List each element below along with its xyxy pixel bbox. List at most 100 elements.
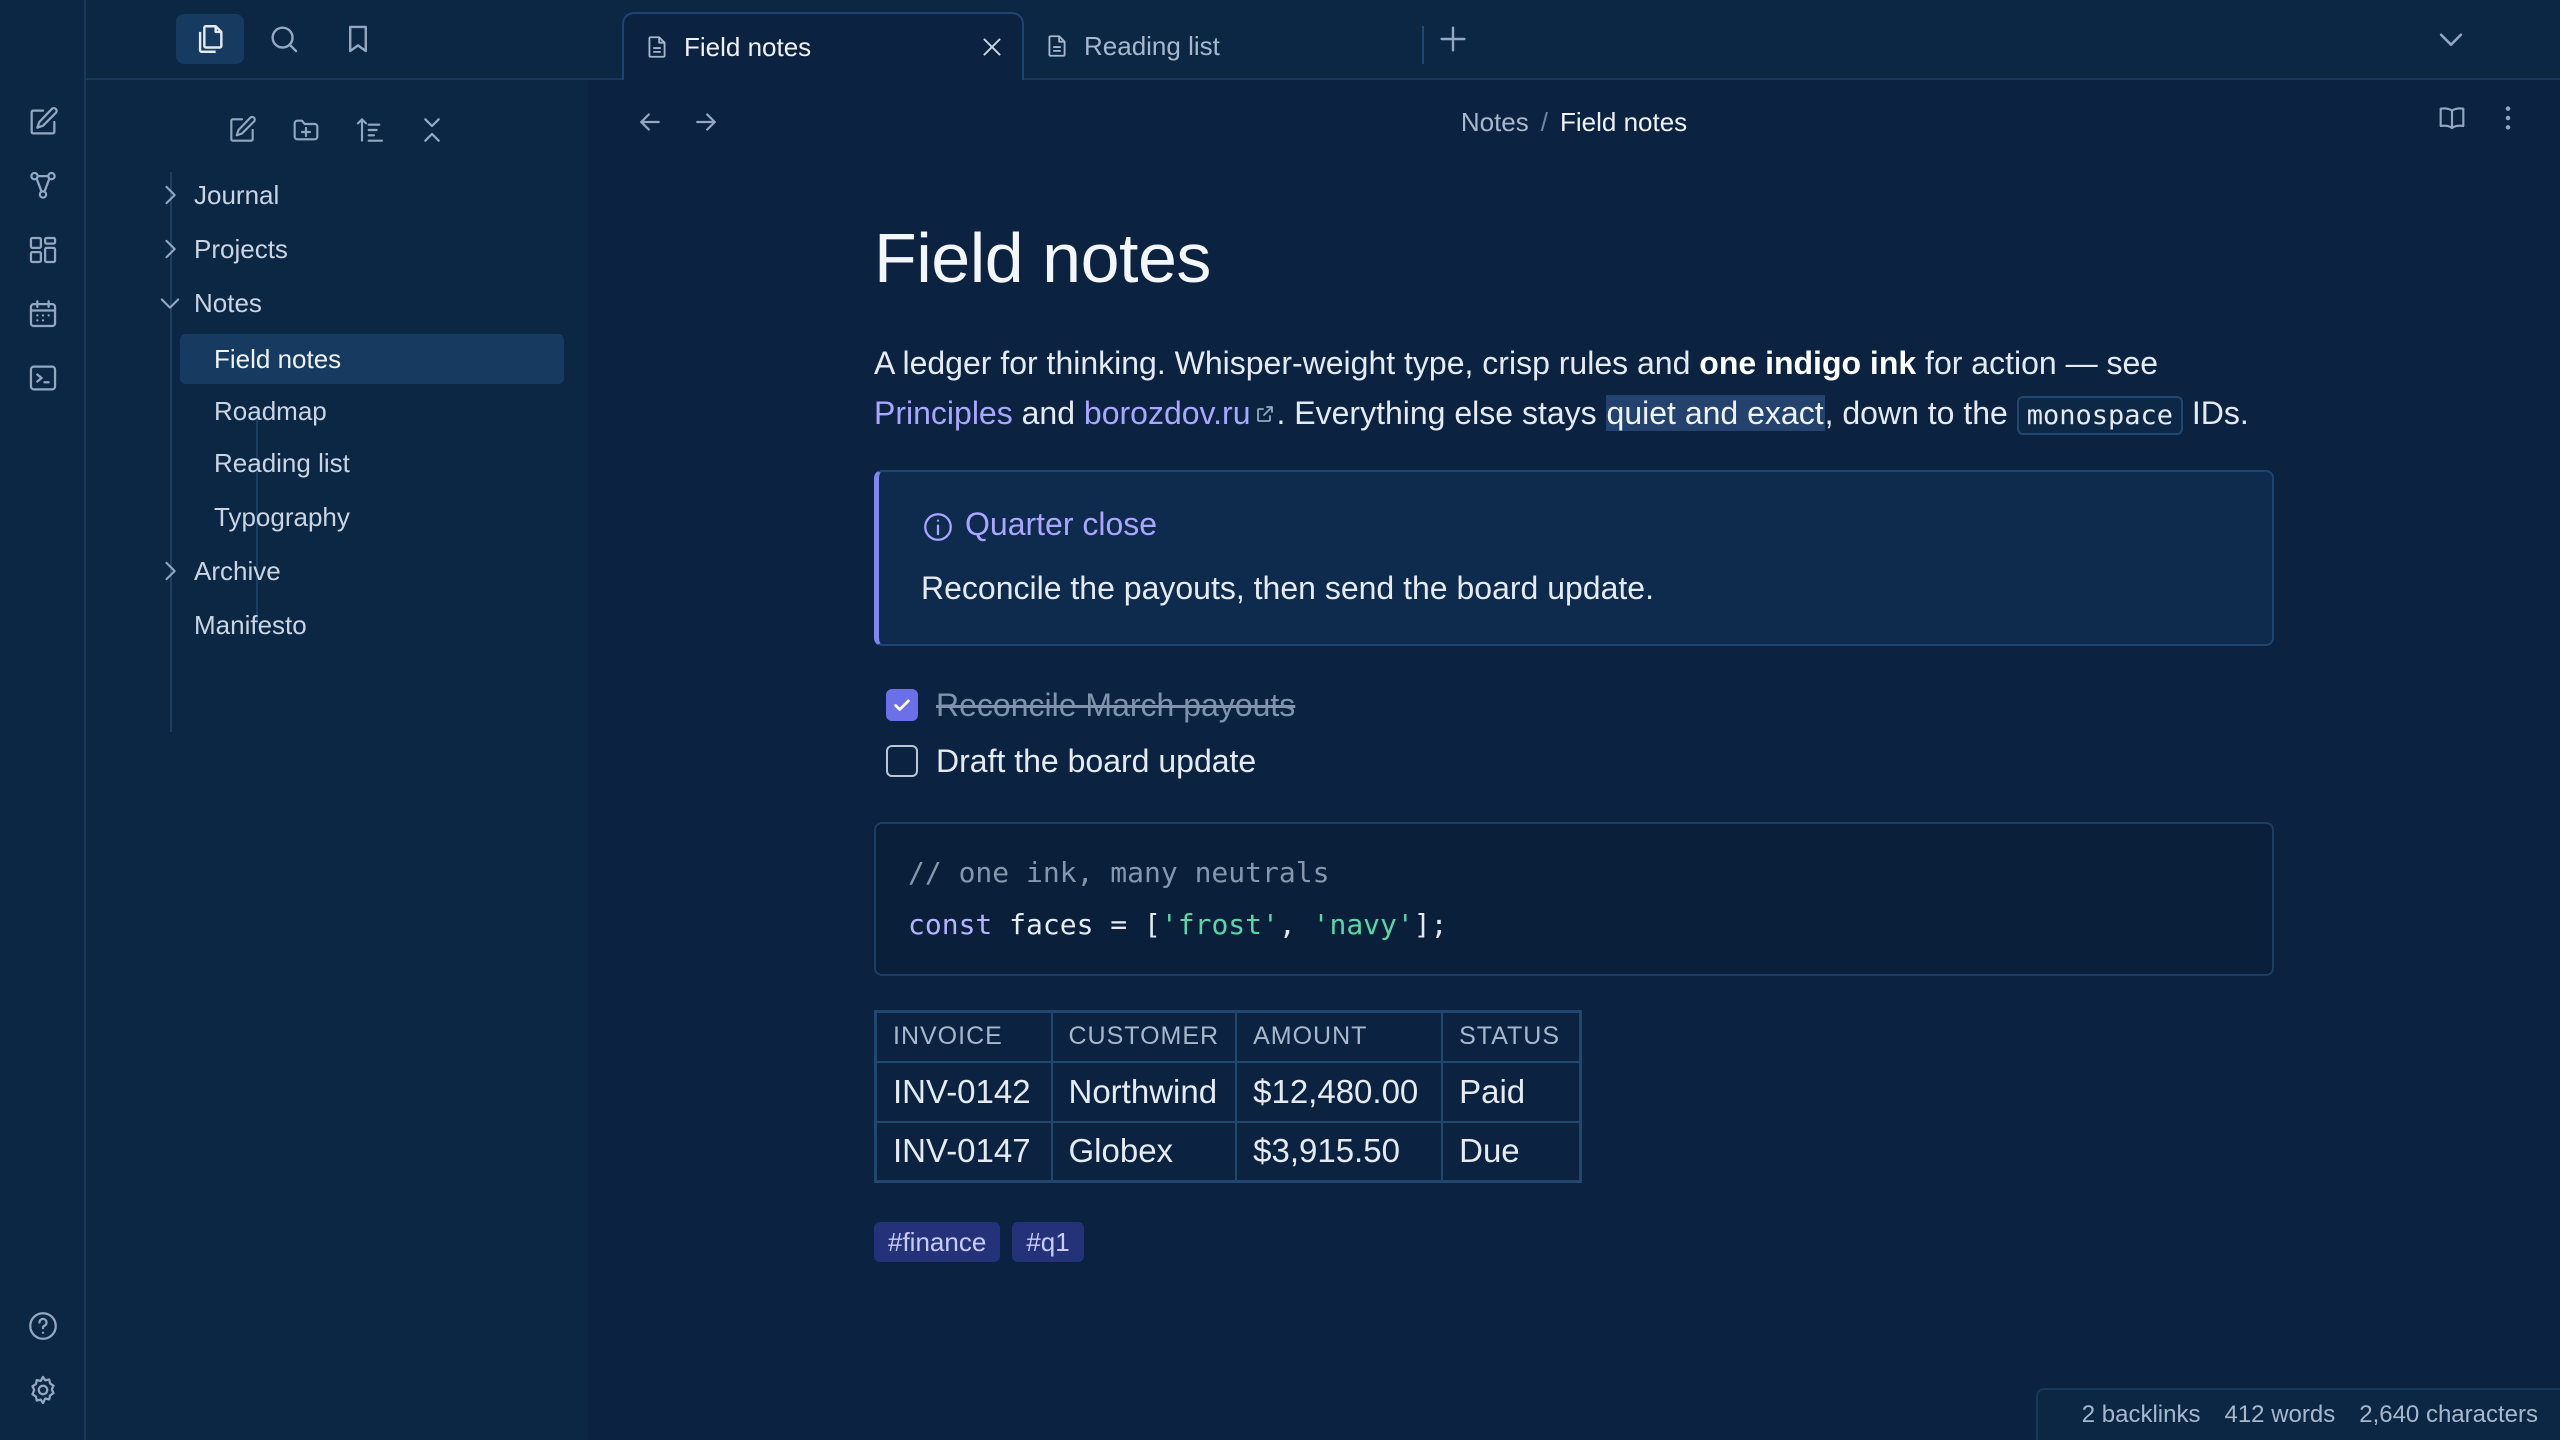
tree-file-roadmap[interactable]: Roadmap (180, 386, 564, 436)
breadcrumb-parent[interactable]: Notes (1461, 107, 1529, 137)
calendar-icon[interactable] (23, 294, 63, 334)
table-header-row: INVOICE CUSTOMER AMOUNT STATUS (874, 1010, 1582, 1063)
text-run: and (1012, 395, 1084, 431)
breadcrumb-separator: / (1540, 107, 1548, 137)
terminal-icon[interactable] (23, 358, 63, 398)
tree-item-label: Journal (194, 179, 280, 210)
task-text: Reconcile March payouts (936, 686, 1296, 723)
chevron-right-icon (165, 239, 176, 259)
tab-separator (1422, 26, 1424, 64)
checkbox-checked[interactable] (886, 689, 918, 721)
code-keyword: const (908, 908, 993, 941)
check-icon (894, 699, 910, 711)
tree-item-label: Roadmap (214, 395, 327, 426)
chevron-right-icon (165, 185, 176, 205)
callout-body: Reconcile the payouts, then send the boa… (921, 570, 1654, 606)
tree-item-label: Field notes (214, 343, 342, 374)
task-item[interactable]: Reconcile March payouts (886, 682, 1295, 728)
tag-q1[interactable]: #q1 (1012, 1222, 1084, 1262)
dashboard-icon[interactable] (23, 230, 63, 270)
new-note-icon[interactable] (23, 102, 63, 142)
code-text: ]; (1413, 908, 1448, 941)
files-icon[interactable] (176, 14, 244, 64)
help-icon[interactable] (23, 1306, 63, 1346)
table-cell: $12,480.00 (1235, 1060, 1444, 1123)
bookmark-icon[interactable] (324, 14, 392, 64)
code-text: faces = [ (992, 908, 1161, 941)
tab-field-notes[interactable]: Field notes (622, 12, 1024, 80)
settings-gear-icon[interactable] (23, 1370, 63, 1410)
tree-item-label: Archive (194, 555, 281, 586)
status-backlinks[interactable]: 2 backlinks (2082, 1401, 2201, 1429)
text-run: . Everything else stays (1276, 395, 1606, 431)
tab-list-chevron-down-icon[interactable] (2426, 14, 2476, 64)
external-link-icon (1256, 406, 1273, 422)
tree-folder-journal[interactable]: Journal (156, 170, 279, 220)
table-cell: Paid (1441, 1060, 1582, 1123)
new-tab-plus-icon[interactable] (1428, 14, 1478, 64)
ribbon (0, 0, 86, 1440)
internal-link-principles[interactable]: Principles (874, 395, 1013, 431)
tab-label: Reading list (1084, 30, 1220, 61)
explorer-toolbar (86, 106, 588, 156)
checkbox-unchecked[interactable] (886, 745, 918, 777)
chevron-down-icon (160, 298, 180, 309)
new-folder-icon[interactable] (282, 106, 330, 154)
bold-text: one indigo ink (1699, 345, 1917, 381)
inline-code: monospace (2016, 396, 2184, 435)
editor-pane: Notes / Field notes Field notes A ledger f… (588, 80, 2560, 1440)
document-icon (1044, 33, 1070, 59)
status-bar: 2 backlinks 412 words 2,640 characters (2036, 1388, 2560, 1440)
callout-title: Quarter close (965, 506, 1158, 542)
tree-file-reading-list[interactable]: Reading list (180, 438, 564, 488)
table-cell: $3,915.50 (1235, 1120, 1444, 1183)
table-cell: Northwind (1050, 1060, 1238, 1123)
reading-view-book-icon[interactable] (2430, 96, 2474, 140)
tree-file-manifesto[interactable]: Manifesto (194, 600, 307, 650)
code-text: , (1278, 908, 1313, 941)
invoice-table: INVOICE CUSTOMER AMOUNT STATUS INV-0142 … (874, 1010, 1582, 1183)
note-title: Field notes (874, 219, 1211, 297)
code-block: // one ink, many neutrals const faces = … (874, 822, 2274, 976)
status-character-count: 2,640 characters (2359, 1401, 2538, 1428)
text-run: A ledger for thinking. Whisper-weight ty… (874, 345, 1700, 381)
external-link[interactable]: borozdov.ru (1084, 395, 1277, 431)
tab-reading-list[interactable]: Reading list (1024, 12, 1420, 80)
tree-folder-projects[interactable]: Projects (156, 224, 288, 274)
graph-view-icon[interactable] (23, 166, 63, 206)
code-line: const faces = ['frost', 'navy']; (908, 908, 1447, 941)
tree-item-label: Reading list (214, 447, 350, 478)
tree-item-label: Manifesto (194, 609, 307, 640)
text-run: for action — see (1916, 345, 2159, 381)
text-run: , down to the (1824, 395, 2017, 431)
code-comment: // one ink, many neutrals (908, 856, 1330, 889)
paragraph: A ledger for thinking. Whisper-weight ty… (874, 338, 2284, 441)
table-cell: INV-0147 (874, 1120, 1053, 1183)
tree-file-typography[interactable]: Typography (180, 492, 564, 542)
collapse-all-icon[interactable] (408, 106, 456, 154)
code-string: 'navy' (1312, 908, 1414, 941)
tree-item-label: Projects (194, 233, 288, 264)
more-options-icon[interactable] (2486, 96, 2530, 140)
status-word-count: 412 words (2224, 1401, 2336, 1428)
table-header: CUSTOMER (1050, 1010, 1238, 1063)
table-row: INV-0147 Globex $3,915.50 Due (874, 1120, 1582, 1183)
top-bar: Field notes Reading list (86, 0, 2560, 80)
tree-folder-archive[interactable]: Archive (156, 546, 281, 596)
table-row: INV-0142 Northwind $12,480.00 Paid (874, 1060, 1582, 1123)
tree-item-label: Typography (214, 501, 350, 532)
tree-folder-notes[interactable]: Notes (156, 278, 262, 328)
breadcrumb: Notes / Field notes (588, 100, 2560, 144)
close-tab-icon[interactable] (976, 31, 1008, 63)
sort-icon[interactable] (346, 106, 394, 154)
table-cell: Due (1441, 1120, 1582, 1183)
table-cell: Globex (1050, 1120, 1238, 1183)
task-item[interactable]: Draft the board update (886, 738, 1256, 784)
tree-file-field-notes[interactable]: Field notes (180, 334, 564, 384)
tag-finance[interactable]: #finance (874, 1222, 1001, 1262)
new-note-icon[interactable] (218, 106, 266, 154)
external-link-label: borozdov.ru (1083, 395, 1251, 431)
search-icon[interactable] (250, 14, 318, 64)
highlighted-text: quiet and exact (1605, 395, 1825, 431)
tag-list: #finance #q1 (874, 1222, 1084, 1262)
